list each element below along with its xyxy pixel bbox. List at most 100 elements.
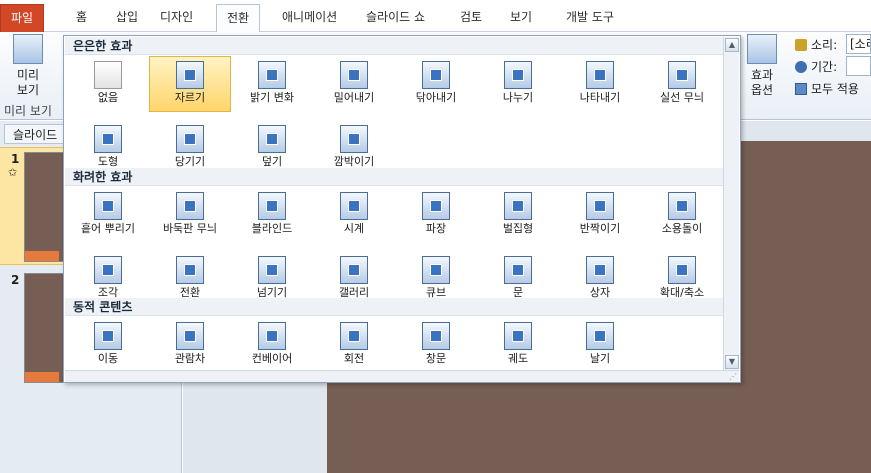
transition-preview-icon bbox=[176, 322, 204, 350]
tab-7[interactable]: 검토 bbox=[450, 4, 492, 32]
transition-label: 창문 bbox=[425, 352, 447, 365]
transition-star-icon: ✩ bbox=[8, 166, 18, 179]
transition-preview-icon bbox=[586, 256, 614, 284]
effect-options-button[interactable]: 효과 옵션 bbox=[742, 34, 782, 98]
transition-item[interactable]: 관람차 bbox=[149, 317, 231, 373]
transition-preview-icon bbox=[422, 322, 450, 350]
transition-item[interactable]: 컨베이어 bbox=[231, 317, 313, 373]
transition-label: 덮기 bbox=[261, 155, 283, 168]
tab-1[interactable]: 홈 bbox=[66, 4, 97, 32]
tab-8[interactable]: 보기 bbox=[500, 4, 542, 32]
transition-item[interactable]: 밀어내기 bbox=[313, 56, 395, 112]
clock-icon bbox=[795, 61, 807, 73]
transition-preview-icon bbox=[94, 192, 122, 220]
gallery-scrollbar[interactable]: ▲ ▼ bbox=[723, 37, 739, 370]
tab-6[interactable]: 슬라이드 쇼 bbox=[356, 4, 435, 32]
transition-preview-icon bbox=[94, 125, 122, 153]
transition-label: 시계 bbox=[343, 222, 365, 235]
transition-preview-icon bbox=[176, 192, 204, 220]
duration-label: 기간: bbox=[811, 60, 838, 74]
transition-item[interactable]: 파장 bbox=[395, 187, 477, 243]
resize-grip-icon[interactable]: ⋰ bbox=[729, 372, 737, 381]
sound-select[interactable]: [소리 bbox=[846, 34, 871, 54]
transition-label: 궤도 bbox=[507, 352, 529, 365]
gallery-section-header: 화려한 효과 bbox=[65, 168, 723, 186]
transition-label: 반짝이기 bbox=[579, 222, 621, 235]
transition-item[interactable]: 날기 bbox=[559, 317, 641, 373]
transition-item[interactable]: 궤도 bbox=[477, 317, 559, 373]
transition-item[interactable]: 창문 bbox=[395, 317, 477, 373]
transition-label: 나타내기 bbox=[579, 91, 621, 104]
transition-preview-icon bbox=[258, 125, 286, 153]
tab-4[interactable]: 전환 bbox=[216, 4, 261, 33]
transition-label: 없음 bbox=[97, 91, 119, 104]
thumbnail-accent-bar bbox=[25, 251, 59, 261]
transition-preview-icon bbox=[586, 322, 614, 350]
transition-preview-icon bbox=[258, 256, 286, 284]
transition-item[interactable]: 나누기 bbox=[477, 56, 559, 112]
transition-label: 소용돌이 bbox=[661, 222, 703, 235]
gallery-section-header: 동적 콘텐츠 bbox=[65, 298, 723, 316]
apply-all-button[interactable]: 모두 적용 bbox=[795, 80, 859, 97]
slide-number: 1 bbox=[11, 152, 20, 166]
preview-label: 미리 보기 bbox=[16, 68, 40, 97]
transition-label: 밝기 변화 bbox=[250, 91, 294, 104]
effect-options-icon bbox=[747, 34, 777, 64]
tab-5[interactable]: 애니메이션 bbox=[272, 4, 347, 32]
transition-label: 파장 bbox=[425, 222, 447, 235]
sound-label: 소리: bbox=[811, 38, 838, 52]
transition-item[interactable]: 소용돌이 bbox=[641, 187, 723, 243]
transition-preview-icon bbox=[668, 61, 696, 89]
transition-item[interactable]: 이동 bbox=[67, 317, 149, 373]
transition-preview-icon bbox=[586, 61, 614, 89]
slide-number: 2 bbox=[11, 273, 20, 287]
transition-item[interactable]: 자르기 bbox=[149, 56, 231, 112]
tab-9[interactable]: 개발 도구 bbox=[556, 4, 624, 32]
transition-item[interactable]: 시계 bbox=[313, 187, 395, 243]
scroll-up-icon[interactable]: ▲ bbox=[725, 38, 739, 52]
transition-item[interactable]: 회전 bbox=[313, 317, 395, 373]
gallery-section-header: 은은한 효과 bbox=[65, 37, 723, 55]
transition-item[interactable]: 벌집형 bbox=[477, 187, 559, 243]
sound-control: 소리: bbox=[795, 36, 837, 53]
tab-2[interactable]: 삽입 bbox=[106, 4, 148, 32]
transition-item[interactable]: 흩어 뿌리기 bbox=[67, 187, 149, 243]
transition-item[interactable]: 바둑판 무늬 bbox=[149, 187, 231, 243]
transition-preview-icon bbox=[340, 61, 368, 89]
transition-item[interactable]: 실선 무늬 bbox=[641, 56, 723, 112]
transition-label: 흩어 뿌리기 bbox=[80, 222, 136, 235]
transition-item[interactable]: 없음 bbox=[67, 56, 149, 112]
transition-preview-icon bbox=[340, 125, 368, 153]
transition-preview-icon bbox=[668, 256, 696, 284]
thumbnail-accent-bar bbox=[25, 372, 59, 382]
transition-preview-icon bbox=[94, 256, 122, 284]
apply-all-icon bbox=[795, 83, 807, 95]
preview-button[interactable]: 미리 보기 bbox=[6, 34, 50, 98]
transition-item[interactable]: 닦아내기 bbox=[395, 56, 477, 112]
duration-input[interactable] bbox=[846, 56, 871, 76]
transition-item[interactable]: 반짝이기 bbox=[559, 187, 641, 243]
transition-preview-icon bbox=[258, 192, 286, 220]
transition-preview-icon bbox=[340, 322, 368, 350]
transition-label: 닦아내기 bbox=[415, 91, 457, 104]
transition-label: 회전 bbox=[343, 352, 365, 365]
tab-0[interactable]: 파일 bbox=[0, 4, 45, 32]
tab-3[interactable]: 디자인 bbox=[150, 4, 203, 32]
transition-preview-icon bbox=[504, 322, 532, 350]
transition-preview-icon bbox=[422, 61, 450, 89]
transition-preview-icon bbox=[176, 125, 204, 153]
preview-icon bbox=[13, 34, 43, 64]
scroll-down-icon[interactable]: ▼ bbox=[725, 355, 739, 369]
transition-item[interactable]: 블라인드 bbox=[231, 187, 313, 243]
transition-item[interactable]: 밝기 변화 bbox=[231, 56, 313, 112]
transition-label: 날기 bbox=[589, 352, 611, 365]
duration-control: 기간: bbox=[795, 58, 837, 75]
gallery-footer: ⋰ bbox=[65, 370, 739, 382]
transition-preview-icon bbox=[176, 256, 204, 284]
transition-item[interactable]: 나타내기 bbox=[559, 56, 641, 112]
slides-tab[interactable]: 슬라이드 bbox=[4, 124, 67, 144]
transition-label: 밀어내기 bbox=[333, 91, 375, 104]
transition-label: 자르기 bbox=[174, 91, 206, 104]
transition-preview-icon bbox=[258, 61, 286, 89]
transition-gallery: 은은한 효과 없음 자르기 밝기 변화 밀어내기 닦아내기 나누기 나타내기 실선 무늬 도형 당기… bbox=[63, 35, 741, 383]
